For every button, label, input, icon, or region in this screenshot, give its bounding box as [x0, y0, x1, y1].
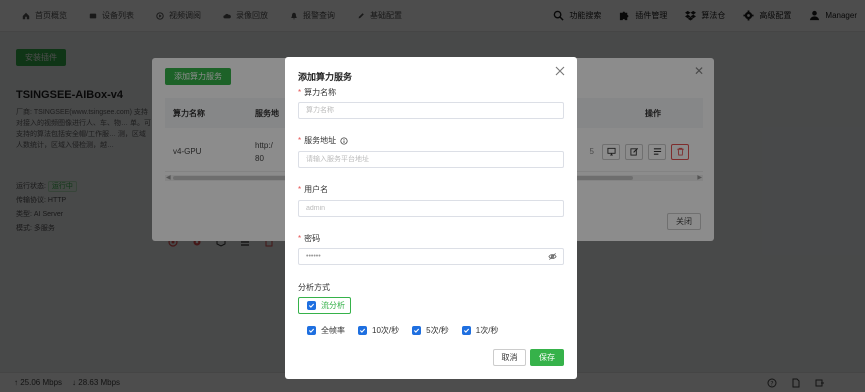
required-marker: *	[298, 234, 302, 243]
dialog-title: 添加算力服务	[298, 72, 353, 82]
checkbox-checked-icon[interactable]	[412, 326, 422, 335]
stream-analysis-option[interactable]: 流分析	[298, 297, 351, 314]
required-marker: *	[298, 136, 302, 145]
field-label-compute-name: * 算力名称	[298, 87, 336, 98]
compute-name-input[interactable]	[298, 102, 564, 119]
required-marker: *	[298, 185, 302, 194]
analysis-mode-label: 分析方式	[298, 283, 330, 292]
rate-label: 5次/秒	[426, 326, 449, 335]
rate-option-5[interactable]: 5次/秒	[412, 325, 449, 336]
password-input[interactable]	[298, 248, 564, 265]
field-label-username: * 用户名	[298, 184, 328, 195]
checkbox-checked-icon[interactable]	[461, 326, 471, 335]
rate-option-full[interactable]: 全帧率	[307, 325, 345, 336]
rate-option-1[interactable]: 1次/秒	[461, 325, 499, 336]
rate-label: 1次/秒	[475, 326, 499, 335]
checkbox-checked-icon[interactable]	[358, 326, 367, 335]
stream-analysis-label: 流分析	[321, 301, 345, 310]
label-text: 密码	[304, 234, 321, 243]
label-text: 用户名	[304, 185, 329, 194]
frame-rate-options: 全帧率 10次/秒 5次/秒 1次/秒	[307, 325, 511, 336]
service-address-input[interactable]	[298, 151, 564, 168]
required-marker: *	[298, 88, 302, 97]
field-label-service-address: * 服务地址	[298, 135, 348, 146]
cancel-button[interactable]: 取消	[493, 349, 526, 366]
checkbox-checked-icon[interactable]	[307, 301, 316, 310]
rate-label: 10次/秒	[372, 326, 400, 335]
info-icon[interactable]	[340, 136, 348, 145]
label-text: 服务地址	[304, 136, 337, 145]
rate-option-10[interactable]: 10次/秒	[358, 325, 399, 336]
rate-label: 全帧率	[321, 326, 345, 335]
add-service-dialog: 添加算力服务 * 算力名称 * 服务地址 * 用户名 * 密码 分析方式 流分析…	[285, 57, 577, 379]
checkbox-checked-icon[interactable]	[307, 326, 316, 335]
dialog-close-icon[interactable]	[555, 66, 567, 78]
label-text: 算力名称	[304, 88, 337, 97]
eye-off-icon[interactable]	[548, 252, 557, 261]
username-input[interactable]	[298, 200, 564, 217]
field-label-password: * 密码	[298, 233, 320, 244]
save-button[interactable]: 保存	[530, 349, 564, 366]
